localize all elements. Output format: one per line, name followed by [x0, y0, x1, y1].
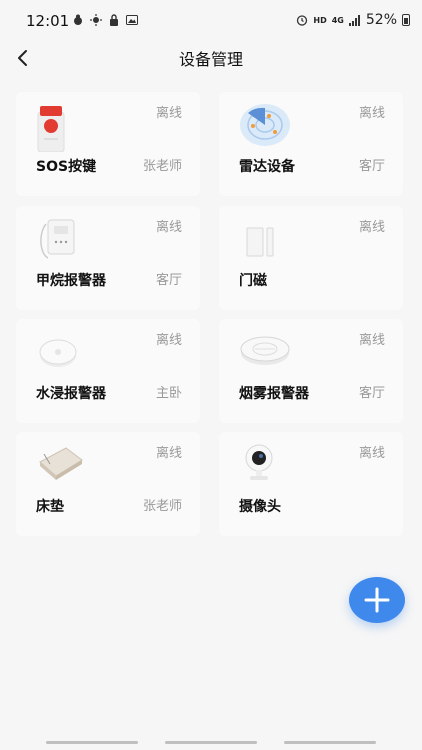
- device-card-door-sensor[interactable]: 离线 门磁: [219, 206, 403, 310]
- device-card-water-leak[interactable]: 离线 水浸报警器 主卧: [16, 319, 200, 423]
- device-status: 离线: [155, 333, 182, 348]
- device-status: 离线: [155, 220, 182, 235]
- battery-icon: [402, 14, 410, 26]
- device-card-methane-alarm[interactable]: 离线 甲烷报警器 客厅: [16, 206, 200, 310]
- nav-hint-center: [165, 741, 257, 744]
- device-name: 甲烷报警器: [36, 273, 106, 289]
- device-status: 离线: [358, 106, 385, 121]
- radar-icon: [240, 104, 290, 146]
- add-device-button[interactable]: [349, 577, 405, 623]
- device-name: 烟雾报警器: [239, 386, 309, 402]
- device-name: 床垫: [36, 499, 64, 515]
- water-leak-sensor-icon: [39, 339, 77, 367]
- page-title: 设备管理: [178, 50, 243, 69]
- nav-hint-right: [284, 741, 376, 744]
- device-name: 水浸报警器: [36, 386, 106, 402]
- mattress-icon: [39, 447, 83, 480]
- header: 设备管理: [0, 38, 422, 78]
- status-bar: 12:01 HD 4G 52%: [0, 0, 422, 40]
- device-room: 客厅: [155, 273, 182, 288]
- sos-button-icon: [37, 106, 65, 152]
- device-card-radar[interactable]: 离线 雷达设备 客厅: [219, 92, 403, 196]
- device-status: 离线: [358, 446, 385, 461]
- device-status: 离线: [155, 446, 182, 461]
- app-notification-icon: [74, 14, 82, 25]
- device-name: 门磁: [239, 273, 267, 289]
- plus-icon: [364, 587, 390, 613]
- battery-percent: 52%: [365, 12, 397, 28]
- device-status: 离线: [358, 333, 385, 348]
- device-room: 客厅: [358, 159, 385, 174]
- device-room: 客厅: [358, 386, 385, 401]
- hd-label: HD: [313, 15, 327, 25]
- methane-alarm-icon: [40, 219, 75, 259]
- alarm-clock-icon: [297, 15, 308, 26]
- device-card-smoke-detector[interactable]: 离线 烟雾报警器 客厅: [219, 319, 403, 423]
- device-card-mattress[interactable]: 离线 床垫 张老师: [16, 432, 200, 536]
- device-status: 离线: [358, 220, 385, 235]
- device-card-sos[interactable]: 离线 SOS按键 张老师: [16, 92, 200, 196]
- door-sensor-icon: [246, 227, 274, 257]
- device-name: 雷达设备: [239, 159, 295, 175]
- image-icon: [126, 15, 138, 25]
- nav-hint-left: [46, 741, 138, 744]
- smoke-detector-icon: [240, 336, 290, 365]
- device-card-camera[interactable]: 离线 摄像头: [219, 432, 403, 536]
- status-time: 12:01: [26, 12, 70, 30]
- signal-icon: [348, 15, 360, 26]
- lock-icon: [110, 14, 118, 26]
- network-type-label: 4G: [331, 15, 344, 25]
- notification-icons: [72, 14, 138, 26]
- device-status: 离线: [155, 106, 182, 121]
- device-room: 主卧: [155, 386, 182, 401]
- sun-icon: [90, 14, 102, 26]
- camera-icon: [245, 444, 273, 480]
- device-room: 张老师: [142, 159, 182, 174]
- system-icons: HD 4G 52%: [296, 12, 410, 28]
- device-name: SOS按键: [36, 159, 97, 175]
- device-name: 摄像头: [239, 499, 281, 515]
- device-room: 张老师: [142, 499, 182, 514]
